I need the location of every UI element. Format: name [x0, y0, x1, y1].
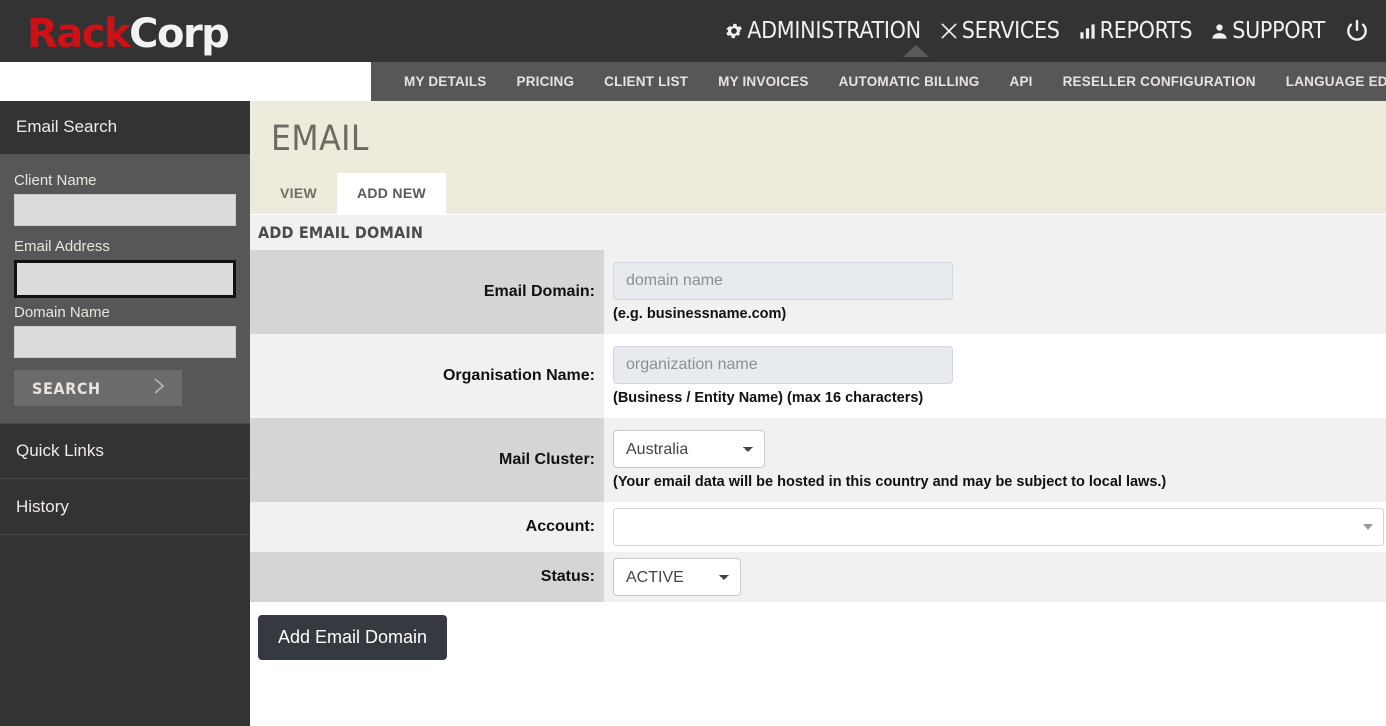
form-actions: Add Email Domain	[250, 602, 1386, 673]
domain-name-input[interactable]	[14, 326, 236, 358]
section-title: ADD EMAIL DOMAIN	[250, 214, 1386, 250]
subnav-item-language-editor[interactable]: LANGUAGE EDITOR	[1271, 74, 1386, 89]
form-row-mail-cluster: Mail Cluster: Australia (Your email data…	[250, 418, 1386, 502]
primary-navigation: ADMINISTRATION SERVICES REPORTS SUPPORT	[715, 14, 1378, 48]
form-row-email-domain: Email Domain: (e.g. businessname.com)	[250, 250, 1386, 334]
sidebar-item-quick-links-label: Quick Links	[16, 441, 104, 460]
organisation-name-label: Organisation Name:	[250, 334, 604, 418]
tab-bar: VIEW ADD NEW	[260, 173, 446, 214]
account-select[interactable]	[613, 508, 1384, 546]
gear-icon	[724, 21, 744, 41]
email-address-label: Email Address	[14, 238, 110, 255]
form-row-status: Status: ACTIVE	[250, 552, 1386, 602]
tab-view[interactable]: VIEW	[260, 173, 337, 214]
nav-services-label: SERVICES	[961, 18, 1060, 44]
chevron-right-icon	[150, 375, 168, 402]
account-label: Account:	[250, 502, 604, 552]
sidebar-search-button-label: SEARCH	[32, 378, 101, 398]
active-nav-pointer	[903, 45, 929, 57]
nav-administration-label: ADMINISTRATION	[747, 18, 921, 44]
email-domain-label: Email Domain:	[250, 250, 604, 334]
tab-add-new[interactable]: ADD NEW	[336, 173, 446, 214]
status-select[interactable]: ACTIVE	[613, 558, 741, 596]
sidebar-item-history-label: History	[16, 496, 69, 516]
subnav-item-reseller-configuration[interactable]: RESELLER CONFIGURATION	[1048, 74, 1271, 89]
power-icon[interactable]	[1344, 18, 1370, 44]
nav-support[interactable]: SUPPORT	[1201, 18, 1334, 44]
sidebar-header: Email Search	[0, 101, 250, 154]
nav-administration[interactable]: ADMINISTRATION	[715, 18, 930, 44]
form-row-organisation-name: Organisation Name: (Business / Entity Na…	[250, 334, 1386, 418]
status-label: Status:	[250, 552, 604, 602]
bar-chart-icon	[1078, 22, 1097, 41]
client-name-label: Client Name	[14, 172, 97, 189]
page-header: EMAIL VIEW ADD NEW	[250, 101, 1386, 214]
mail-cluster-hint: (Your email data will be hosted in this …	[613, 474, 1167, 491]
form-row-account: Account:	[250, 502, 1386, 552]
add-email-domain-button[interactable]: Add Email Domain	[258, 615, 448, 660]
organisation-name-value-cell: (Business / Entity Name) (max 16 charact…	[604, 334, 1386, 418]
top-header-bar: RackCorp ADMINISTRATION SERVICES REPORTS…	[0, 0, 1386, 62]
email-address-input[interactable]	[14, 260, 236, 298]
person-icon	[1210, 22, 1229, 41]
sidebar: Email Search Client Name Email Address D…	[0, 101, 250, 726]
logo-text-corp: Corp	[129, 11, 230, 57]
subnav-item-pricing[interactable]: PRICING	[502, 74, 590, 89]
email-search-panel: Client Name Email Address Domain Name SE…	[0, 154, 250, 423]
logo-text-rack: Rack	[27, 11, 131, 57]
status-value-cell: ACTIVE	[604, 552, 1386, 602]
nav-reports[interactable]: REPORTS	[1069, 18, 1202, 44]
subnav-item-api[interactable]: API	[995, 74, 1048, 89]
sidebar-item-quick-links[interactable]: Quick Links	[0, 423, 250, 479]
app-root: RackCorp ADMINISTRATION SERVICES REPORTS…	[0, 0, 1386, 726]
mail-cluster-select[interactable]: Australia	[613, 430, 765, 469]
email-domain-input[interactable]	[613, 262, 953, 301]
domain-name-label: Domain Name	[14, 304, 110, 321]
nav-reports-label: REPORTS	[1099, 18, 1193, 44]
secondary-navigation: MY DETAILS PRICING CLIENT LIST MY INVOIC…	[371, 62, 1386, 101]
rackcorp-logo[interactable]: RackCorp	[27, 11, 230, 57]
mail-cluster-value-cell: Australia (Your email data will be hoste…	[604, 418, 1386, 502]
sidebar-search-button[interactable]: SEARCH	[14, 370, 182, 406]
account-value-cell	[604, 502, 1386, 552]
sidebar-item-history[interactable]: History	[0, 479, 250, 535]
mail-cluster-label: Mail Cluster:	[250, 418, 604, 502]
account-select-wrapper	[613, 508, 1384, 546]
organisation-name-hint: (Business / Entity Name) (max 16 charact…	[613, 390, 924, 407]
subnav-item-my-details[interactable]: MY DETAILS	[389, 74, 502, 89]
main-content: EMAIL VIEW ADD NEW ADD EMAIL DOMAIN Emai…	[250, 101, 1386, 726]
tools-icon	[939, 21, 959, 41]
sidebar-title: Email Search	[16, 117, 118, 136]
subnav-item-client-list[interactable]: CLIENT LIST	[589, 74, 703, 89]
sidebar-active-pointer	[21, 154, 45, 165]
subnav-item-automatic-billing[interactable]: AUTOMATIC BILLING	[824, 74, 995, 89]
organisation-name-input[interactable]	[613, 346, 953, 385]
client-name-input[interactable]	[14, 194, 236, 226]
email-domain-hint: (e.g. businessname.com)	[613, 306, 787, 323]
email-domain-value-cell: (e.g. businessname.com)	[604, 250, 1386, 334]
subnav-item-my-invoices[interactable]: MY INVOICES	[703, 74, 823, 89]
nav-support-label: SUPPORT	[1232, 18, 1325, 44]
page-title: EMAIL	[271, 119, 369, 159]
nav-services[interactable]: SERVICES	[930, 18, 1069, 44]
